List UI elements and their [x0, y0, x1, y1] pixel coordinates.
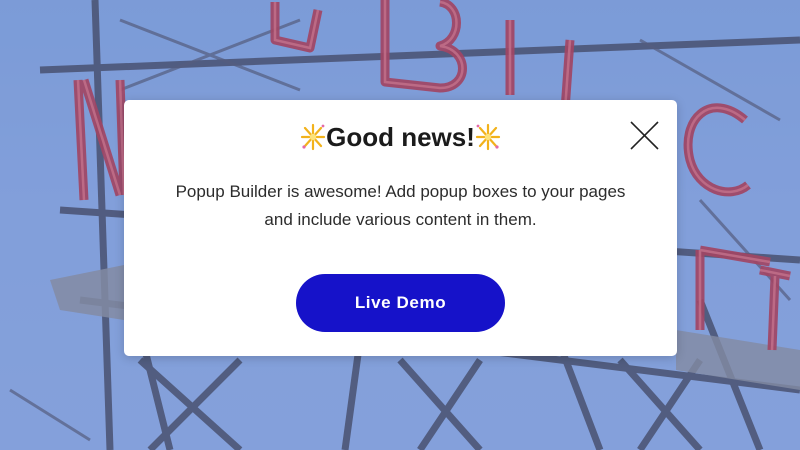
popup-message: Popup Builder is awesome! Add popup boxe…: [124, 178, 677, 234]
sparkle-icon: [475, 123, 500, 151]
popup-title-text: Good news!: [326, 122, 475, 152]
page: Good news! Popup Builder is awesome! Add…: [0, 0, 800, 450]
popup-message-line: Popup Builder is awesome! Add popup boxe…: [175, 182, 626, 201]
sparkle-icon: [301, 123, 326, 151]
popup-title: Good news!: [124, 120, 677, 154]
popup-message-line: and include various content in them.: [264, 210, 537, 229]
live-demo-button[interactable]: Live Demo: [296, 274, 505, 332]
popup-dialog: Good news! Popup Builder is awesome! Add…: [124, 100, 677, 356]
